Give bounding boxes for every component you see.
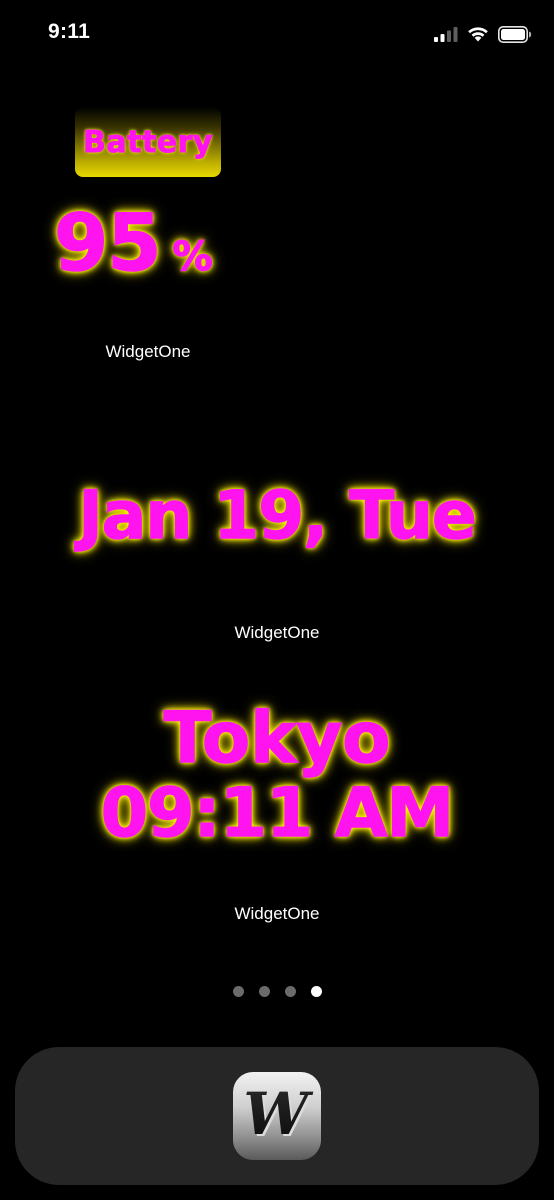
clock-time: 09:11 AM xyxy=(100,774,455,853)
date-text: Jan 19, Tue xyxy=(77,476,477,555)
battery-badge: Battery xyxy=(75,107,221,177)
dock: W W xyxy=(15,1047,539,1185)
world-clock-widget[interactable]: Tokyo 09:11 AM xyxy=(20,700,534,870)
home-screen: 9:11 Battery 95 % WidgetOne Jan 19, Tue … xyxy=(0,0,554,1200)
battery-unit: % xyxy=(172,233,214,281)
battery-icon xyxy=(498,25,532,43)
date-widget[interactable]: Jan 19, Tue xyxy=(20,430,534,600)
status-time: 9:11 xyxy=(48,20,91,43)
app-glyph: W xyxy=(243,1080,313,1148)
battery-widget[interactable]: Battery 95 % xyxy=(40,100,260,320)
cellular-signal-icon xyxy=(434,26,458,42)
battery-widget-caption: WidgetOne xyxy=(105,342,191,361)
widgetone-app-icon[interactable]: W W xyxy=(233,1072,321,1160)
page-dot-3[interactable] xyxy=(284,986,296,997)
clock-city: Tokyo xyxy=(163,697,391,779)
page-dot-4[interactable] xyxy=(310,986,322,997)
page-indicator[interactable] xyxy=(0,986,554,997)
battery-title: Battery xyxy=(83,124,214,160)
battery-percentage: 95 xyxy=(53,199,162,289)
page-dot-2[interactable] xyxy=(258,986,270,997)
status-bar: 9:11 xyxy=(0,0,554,68)
page-dot-1[interactable] xyxy=(232,986,244,997)
world-clock-widget-caption: WidgetOne xyxy=(234,904,320,923)
battery-value-row: 95 % xyxy=(53,199,214,289)
date-widget-caption: WidgetOne xyxy=(234,623,320,642)
status-icons xyxy=(434,24,532,44)
wifi-icon xyxy=(467,26,489,42)
